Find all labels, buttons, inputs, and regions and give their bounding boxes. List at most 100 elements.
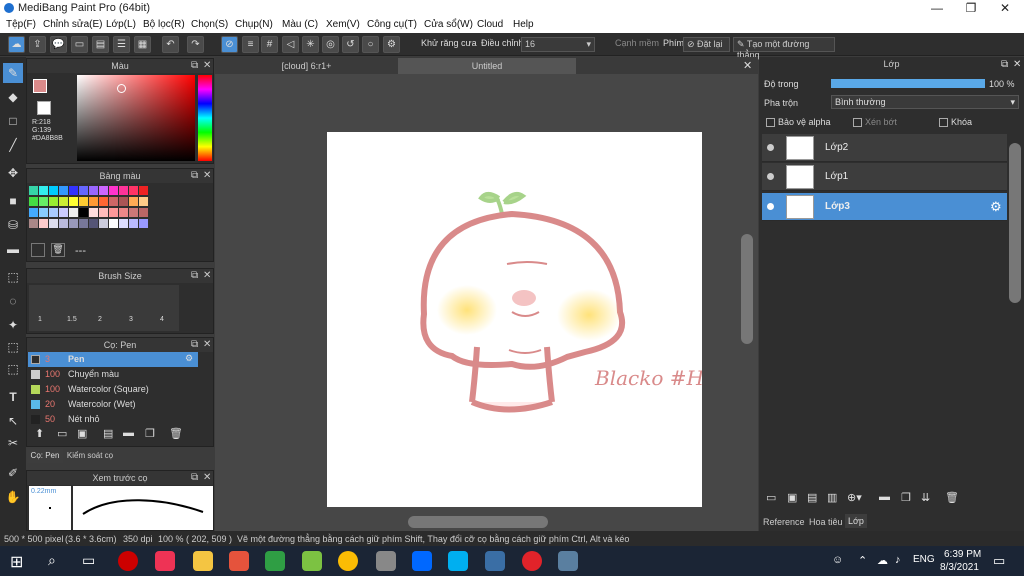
palette-swatch[interactable] <box>79 186 88 195</box>
tab-layers[interactable]: Lớp <box>845 514 867 528</box>
eye-icon[interactable] <box>767 203 774 210</box>
new-brush-icon[interactable]: ▭ <box>57 427 67 440</box>
line-tool-icon[interactable]: ╱ <box>3 135 23 155</box>
bucket-tool-icon[interactable]: ⛁ <box>3 215 23 235</box>
h-scrollbar[interactable] <box>408 516 548 528</box>
foreground-color-swatch[interactable] <box>33 79 47 93</box>
palette-swatch[interactable] <box>69 208 78 217</box>
palette-swatch[interactable] <box>29 219 38 228</box>
trash-icon[interactable]: 🗑 <box>51 243 65 257</box>
restore-button[interactable]: ❐ <box>954 0 988 17</box>
brush-tool-icon[interactable]: ✎ <box>3 63 23 83</box>
close-icon[interactable]: ✕ <box>203 270 211 281</box>
vanish-snap-icon[interactable]: ◁ <box>282 36 299 53</box>
new-1bit-icon[interactable]: ▥ <box>827 491 837 504</box>
hue-slider[interactable] <box>198 75 212 161</box>
move-tool-icon[interactable]: ✥ <box>3 163 23 183</box>
float-icon[interactable]: ⧉ <box>191 472 198 483</box>
drawing-canvas[interactable]: Blacko #HQ27 <box>327 132 746 507</box>
close-tab-icon[interactable]: ✕ <box>743 59 752 72</box>
circle-snap-icon[interactable]: ◎ <box>322 36 339 53</box>
cross-snap-icon[interactable]: # <box>261 36 278 53</box>
text-tool-icon[interactable]: T <box>3 387 23 407</box>
palette-swatch[interactable] <box>139 186 148 195</box>
paint-app-icon[interactable] <box>558 551 578 571</box>
eyedropper-tool-icon[interactable]: ✐ <box>3 463 23 483</box>
palette-swatch[interactable] <box>129 208 138 217</box>
select-eraser-icon[interactable]: ⬚ <box>3 359 23 379</box>
eye-icon[interactable] <box>767 144 774 151</box>
layer-row[interactable]: Lớp2 <box>762 134 1007 162</box>
notification-icon[interactable]: ▭ <box>993 553 1005 569</box>
opacity-slider[interactable] <box>831 79 985 88</box>
comment-icon[interactable]: 💬 <box>50 36 67 53</box>
opera-icon[interactable] <box>522 551 542 571</box>
brush-item[interactable]: 20 Watercolor (Wet) <box>28 397 198 412</box>
palette-swatch[interactable] <box>99 208 108 217</box>
duplicate-icon[interactable]: ❐ <box>901 491 911 504</box>
size-2[interactable]: 2 <box>98 316 102 323</box>
palette-swatch[interactable] <box>69 219 78 228</box>
palette-swatch[interactable] <box>49 186 58 195</box>
green-app-icon[interactable] <box>302 551 322 571</box>
menu-filter[interactable]: Bộ lọc(R) <box>143 19 185 30</box>
float-icon[interactable]: ⧉ <box>191 339 198 350</box>
palette-swatch[interactable] <box>89 219 98 228</box>
palette-grid[interactable] <box>29 186 197 238</box>
trash-icon[interactable]: 🗑 <box>945 491 959 504</box>
clock-date[interactable]: 8/3/2021 <box>940 562 979 573</box>
fill-rect-tool-icon[interactable]: ■ <box>3 191 23 211</box>
float-icon[interactable]: ⧉ <box>191 270 198 281</box>
clip-checkbox[interactable] <box>853 118 862 127</box>
gear-icon[interactable]: ⚙ <box>185 353 193 364</box>
palette-swatch[interactable] <box>39 208 48 217</box>
duplicate-icon[interactable]: ❐ <box>145 427 155 440</box>
palette-swatch[interactable] <box>119 197 128 206</box>
export-icon[interactable]: ⇪ <box>29 36 46 53</box>
new-layer-icon[interactable]: ▭ <box>766 491 776 504</box>
menu-capture[interactable]: Chụp(N) <box>235 19 273 30</box>
background-color-swatch[interactable] <box>37 101 51 115</box>
parallel-snap-icon[interactable]: ≡ <box>242 36 259 53</box>
file-explorer-icon[interactable] <box>193 551 213 571</box>
palette-swatch[interactable] <box>89 208 98 217</box>
palette-swatch[interactable] <box>109 186 118 195</box>
skype-icon[interactable] <box>448 551 468 571</box>
map-app-icon[interactable] <box>265 551 285 571</box>
menu-help[interactable]: Help <box>513 19 534 30</box>
lasso-tool-icon[interactable]: ◌ <box>3 291 23 311</box>
palette-swatch[interactable] <box>119 219 128 228</box>
palette-swatch[interactable] <box>109 219 118 228</box>
new-palette-icon[interactable] <box>31 243 45 257</box>
palette-swatch[interactable] <box>109 197 118 206</box>
radial-snap-icon[interactable]: ✳ <box>302 36 319 53</box>
draw-app-icon[interactable] <box>229 551 249 571</box>
palette-swatch[interactable] <box>49 197 58 206</box>
new-halftone-icon[interactable]: ▣ <box>787 491 797 504</box>
palette-swatch[interactable] <box>29 208 38 217</box>
tab-cloud-doc[interactable]: [cloud] 6:r1+ <box>215 58 398 74</box>
menu-edit[interactable]: Chỉnh sửa(E) <box>43 19 103 30</box>
close-button[interactable]: ✕ <box>988 0 1022 17</box>
volume-icon[interactable]: ♪ <box>895 554 901 566</box>
correction-select[interactable]: 16 ▾ <box>521 37 595 52</box>
menu-tools[interactable]: Công cụ(T) <box>367 19 417 30</box>
close-icon[interactable]: ✕ <box>1013 59 1021 70</box>
float-icon[interactable]: ⧉ <box>191 170 198 181</box>
brush-item[interactable]: 3 Pen ⚙ <box>28 352 198 367</box>
protect-alpha-checkbox[interactable] <box>766 118 775 127</box>
layer-scrollbar[interactable] <box>1009 143 1021 303</box>
divide-tool-icon[interactable]: ✂ <box>3 433 23 453</box>
tab-brush-control[interactable]: Kiểm soát cọ <box>64 449 116 463</box>
close-icon[interactable]: ✕ <box>203 339 211 350</box>
palette-swatch[interactable] <box>29 186 38 195</box>
new-8bit-icon[interactable]: ▤ <box>807 491 817 504</box>
palette-swatch[interactable] <box>99 197 108 206</box>
brush-item[interactable]: 50 Nét nhỏ <box>28 412 198 427</box>
palette-swatch[interactable] <box>79 197 88 206</box>
folder-icon[interactable]: ▬ <box>879 491 890 503</box>
tab-untitled[interactable]: Untitled <box>398 58 576 74</box>
ellipse-snap-icon[interactable]: ○ <box>362 36 379 53</box>
palette-swatch[interactable] <box>119 186 128 195</box>
palette-swatch[interactable] <box>119 208 128 217</box>
